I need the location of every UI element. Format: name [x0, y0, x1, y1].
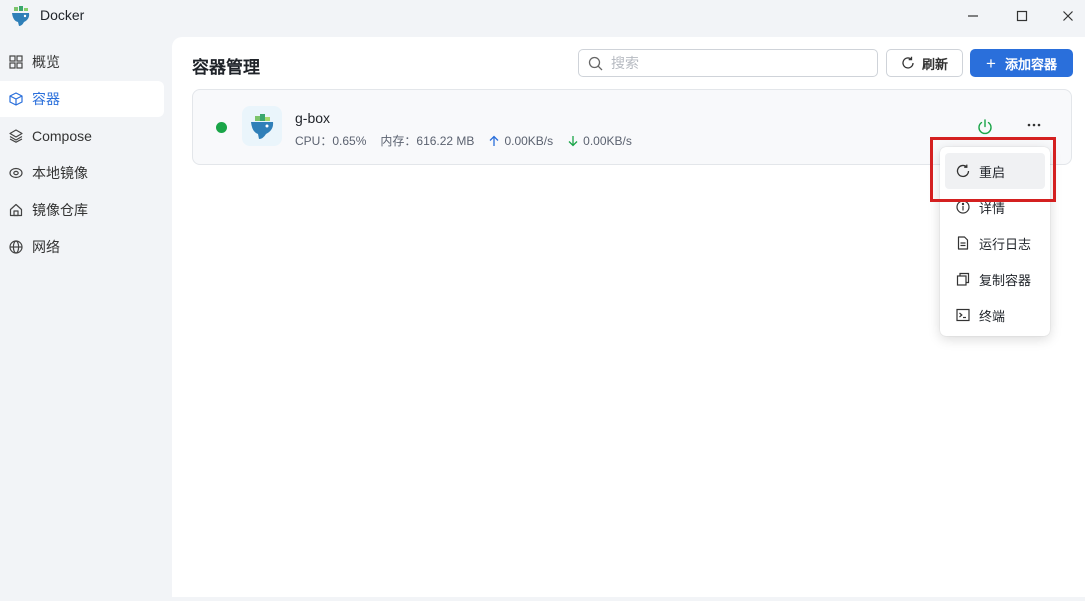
memory-label: 内存： — [380, 134, 417, 148]
menu-item-details[interactable]: 详情 — [945, 189, 1045, 225]
refresh-button[interactable]: 刷新 — [886, 49, 963, 77]
app-title: Docker — [40, 7, 85, 23]
sidebar-item-network[interactable]: 网络 — [0, 229, 164, 265]
document-icon — [956, 236, 970, 250]
sidebar-item-label: 概览 — [32, 54, 60, 70]
container-context-menu: 重启 详情 运行日志 复制容器 终端 — [940, 147, 1050, 336]
refresh-label: 刷新 — [921, 56, 948, 72]
maximize-button[interactable] — [999, 0, 1045, 32]
terminal-icon — [956, 308, 970, 322]
search-icon — [588, 56, 603, 71]
info-icon — [956, 200, 970, 214]
more-dots-icon — [1027, 123, 1041, 127]
memory-value: 616.22 MB — [416, 133, 475, 148]
power-button[interactable] — [976, 118, 994, 136]
status-indicator — [216, 122, 227, 133]
menu-item-copy[interactable]: 复制容器 — [945, 261, 1045, 297]
download-speed: 0.00KB/s — [583, 133, 632, 148]
minimize-icon — [968, 15, 978, 17]
search-box[interactable] — [578, 49, 878, 77]
sidebar-item-compose[interactable]: Compose — [0, 118, 164, 154]
menu-item-terminal[interactable]: 终端 — [945, 297, 1045, 333]
menu-item-label: 复制容器 — [979, 272, 1032, 288]
copy-icon — [956, 272, 970, 286]
add-container-button[interactable]: + 添加容器 — [970, 49, 1073, 77]
minimize-button[interactable] — [950, 0, 996, 32]
upload-speed: 0.00KB/s — [504, 133, 554, 148]
cube-icon — [9, 92, 23, 106]
close-button[interactable] — [1045, 0, 1085, 32]
cpu-label: CPU： — [295, 134, 333, 148]
cpu-value: 0.65% — [332, 133, 367, 148]
title-bar: Docker — [0, 0, 1085, 34]
sidebar-item-registry[interactable]: 镜像仓库 — [0, 192, 164, 228]
menu-item-label: 运行日志 — [979, 236, 1032, 252]
upload-arrow-icon — [488, 135, 500, 147]
globe-icon — [9, 240, 23, 254]
maximize-icon — [1016, 10, 1028, 22]
container-app-icon — [242, 106, 282, 146]
sidebar-item-label: 镜像仓库 — [32, 202, 88, 218]
menu-item-label: 详情 — [979, 200, 1006, 216]
menu-item-label: 重启 — [979, 164, 1006, 180]
sidebar-item-label: 本地镜像 — [32, 165, 88, 181]
page-title: 容器管理 — [192, 58, 260, 77]
menu-item-logs[interactable]: 运行日志 — [945, 225, 1045, 261]
layers-icon — [9, 129, 23, 143]
sidebar-item-label: 网络 — [32, 239, 60, 255]
power-icon — [978, 119, 992, 135]
grid-icon — [9, 55, 23, 69]
sidebar-item-label: 容器 — [32, 91, 60, 107]
container-stats: CPU： 0.65% 内存： 616.22 MB 0.00KB/s 0.00KB… — [295, 132, 632, 149]
add-container-label: 添加容器 — [1004, 56, 1057, 72]
disk-icon — [9, 166, 23, 180]
download-arrow-icon — [567, 135, 579, 147]
container-name: g-box — [295, 110, 331, 126]
more-options-button[interactable] — [1025, 116, 1043, 134]
refresh-icon — [901, 56, 915, 70]
menu-item-label: 终端 — [979, 308, 1006, 324]
close-icon — [1063, 11, 1073, 21]
sidebar-item-label: Compose — [32, 128, 92, 144]
menu-item-restart[interactable]: 重启 — [945, 153, 1045, 189]
search-input[interactable] — [611, 55, 861, 71]
house-icon — [9, 203, 23, 217]
plus-icon: + — [986, 53, 996, 73]
sidebar: 概览 容器 Compose 本地镜像 镜像仓库 网络 — [0, 44, 172, 266]
sidebar-item-containers[interactable]: 容器 — [0, 81, 164, 117]
sidebar-item-local-images[interactable]: 本地镜像 — [0, 155, 164, 191]
restart-icon — [956, 164, 970, 178]
sidebar-item-overview[interactable]: 概览 — [0, 44, 164, 80]
docker-whale-icon — [10, 5, 32, 27]
